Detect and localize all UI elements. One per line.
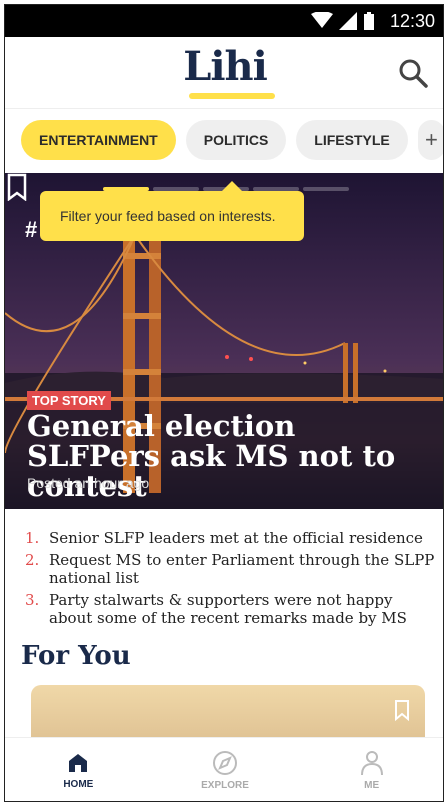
bottom-navigation: HOME EXPLORE ME [5, 737, 443, 801]
person-icon [360, 751, 383, 776]
list-number: 3. [25, 591, 40, 609]
nav-label: HOME [63, 779, 94, 790]
list-text: Senior SLFP leaders met at the official … [49, 529, 423, 547]
app-bar: Lihi [5, 37, 443, 109]
bookmark-icon[interactable] [5, 173, 29, 201]
nav-home[interactable]: HOME [5, 738, 152, 801]
list-text: Request MS to enter Parliament through t… [49, 551, 435, 587]
hashtag[interactable]: # [25, 217, 37, 243]
clock: 12:30 [389, 11, 435, 31]
wifi-icon [311, 12, 333, 28]
home-icon [69, 754, 88, 772]
nav-me[interactable]: ME [298, 738, 443, 801]
add-category-button[interactable]: + [417, 120, 443, 160]
search-icon[interactable] [397, 57, 429, 89]
status-bar: 12:30 [5, 5, 443, 37]
nav-explore[interactable]: EXPLORE [152, 738, 299, 801]
list-number: 1. [25, 529, 40, 547]
list-item: 1. Senior SLFP leaders met at the offici… [25, 529, 435, 547]
status-icons [311, 12, 375, 30]
nav-label: EXPLORE [201, 780, 249, 791]
chip-lifestyle[interactable]: LIFESTYLE [296, 120, 408, 160]
filter-tooltip[interactable]: Filter your feed based on interests. [40, 181, 304, 241]
compass-icon [213, 751, 237, 775]
list-text: Party stalwarts & supporters were not ha… [49, 591, 407, 627]
category-chips: ENTERTAINMENT POLITICS LIFESTYLE + [5, 117, 443, 163]
story-highlights: 1. Senior SLFP leaders met at the offici… [25, 529, 435, 631]
logo-underline [189, 93, 275, 99]
list-item: 3. Party stalwarts & supporters were not… [25, 591, 435, 627]
nav-label: ME [364, 780, 380, 791]
chip-politics[interactable]: POLITICS [185, 120, 287, 160]
top-story-tag: TOP STORY [27, 391, 111, 410]
posted-time: Posted an hour ago [27, 475, 150, 491]
bookmark-icon[interactable] [393, 699, 411, 721]
battery-icon [364, 12, 374, 30]
for-you-title: For You [21, 641, 131, 671]
signal-icon [339, 12, 357, 30]
app-frame: 12:30 Lihi ENTERTAINMENT POLITICS LIFEST… [4, 4, 444, 802]
progress-segment [303, 187, 349, 191]
list-number: 2. [25, 551, 40, 569]
list-item: 2. Request MS to enter Parliament throug… [25, 551, 435, 587]
app-logo: Lihi [183, 43, 268, 90]
chip-entertainment[interactable]: ENTERTAINMENT [21, 120, 176, 160]
